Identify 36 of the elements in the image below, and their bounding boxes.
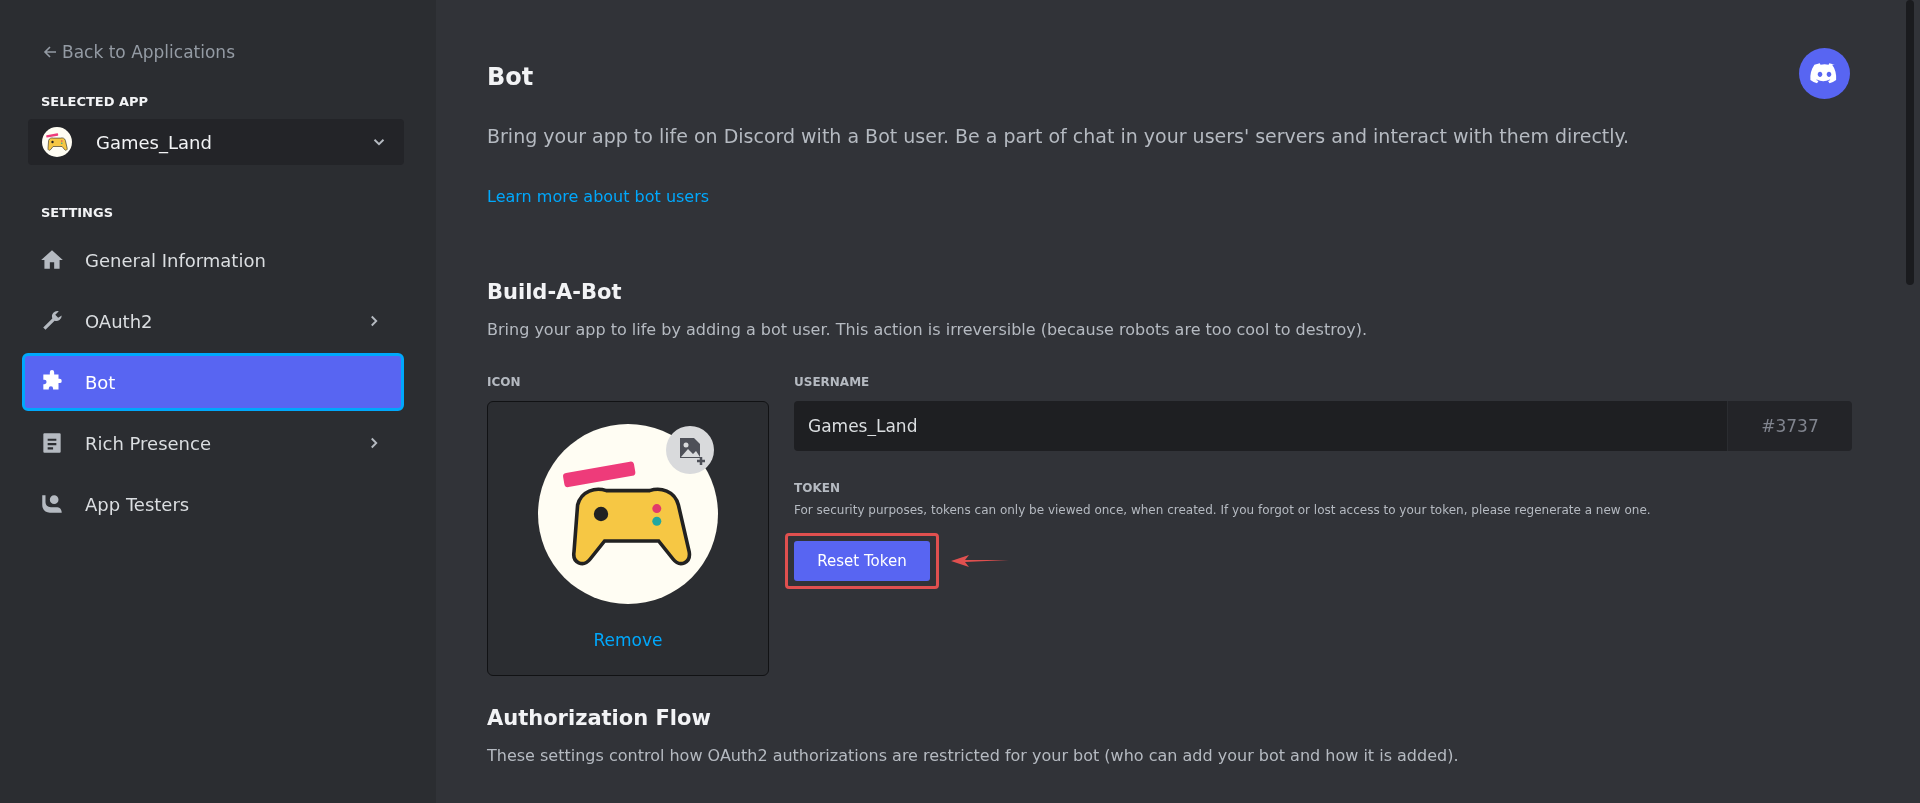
nav-label: App Testers xyxy=(85,493,191,515)
bot-avatar-drawing[interactable] xyxy=(538,424,718,604)
remove-link[interactable]: Remove xyxy=(593,630,663,650)
page-description: Bring your app to life on Discord with a Bot user. Be a part of chat in your users' servers and interact with them directly. xyxy=(487,125,1631,147)
field-label: USERNAME xyxy=(794,375,871,389)
username-field[interactable]: Games_Land xyxy=(794,401,1727,451)
nav-label: Bot xyxy=(85,371,117,393)
nav-item[interactable]: Rich Presence xyxy=(22,414,404,472)
back-link[interactable]: Back to Applications xyxy=(42,38,404,66)
token-note: For security purposes, tokens can only be viewed once, when created. If you forgot or lost access to your token, please regenerate a new one. xyxy=(794,503,1652,517)
nav-label: Rich Presence xyxy=(85,432,212,454)
reset-token-button[interactable]: Reset Token xyxy=(794,541,930,581)
discriminator: #3737 xyxy=(1727,401,1852,451)
nav-item[interactable]: App Testers xyxy=(22,475,404,533)
section-title: Build-A-Bot xyxy=(487,280,623,304)
nav-label: General Information xyxy=(85,249,267,271)
nav-item[interactable]: General Information xyxy=(22,231,404,289)
field-label: ICON xyxy=(487,375,522,389)
learn-more-link[interactable]: Learn more about bot users xyxy=(487,187,710,206)
section-description: Bring your app to life by adding a bot user. This action is irreversible (because robots are too cool to destroy). xyxy=(487,320,1368,339)
scrollbar[interactable] xyxy=(1906,0,1914,285)
section-label: SELECTED APP xyxy=(41,94,150,109)
page-title: Bot xyxy=(487,63,534,91)
app-name: Games_Land xyxy=(96,131,213,153)
nav-item[interactable]: Bot xyxy=(22,353,404,411)
section-label: SETTINGS xyxy=(41,205,115,220)
back-arrow-icon xyxy=(42,44,58,60)
app-selector[interactable]: Games_Land xyxy=(28,119,404,165)
discord-logo-icon xyxy=(1799,48,1850,99)
section-title: Authorization Flow xyxy=(487,706,712,730)
section-description: These settings control how OAuth2 authorizations are restricted for your bot (who can add your bot and how it is added). xyxy=(487,746,1460,765)
image-upload-icon[interactable] xyxy=(666,426,714,474)
field-label: TOKEN xyxy=(794,481,841,495)
nav-item[interactable]: OAuth2 xyxy=(22,292,404,350)
app-avatar xyxy=(42,127,72,157)
nav-label: OAuth2 xyxy=(85,310,154,332)
